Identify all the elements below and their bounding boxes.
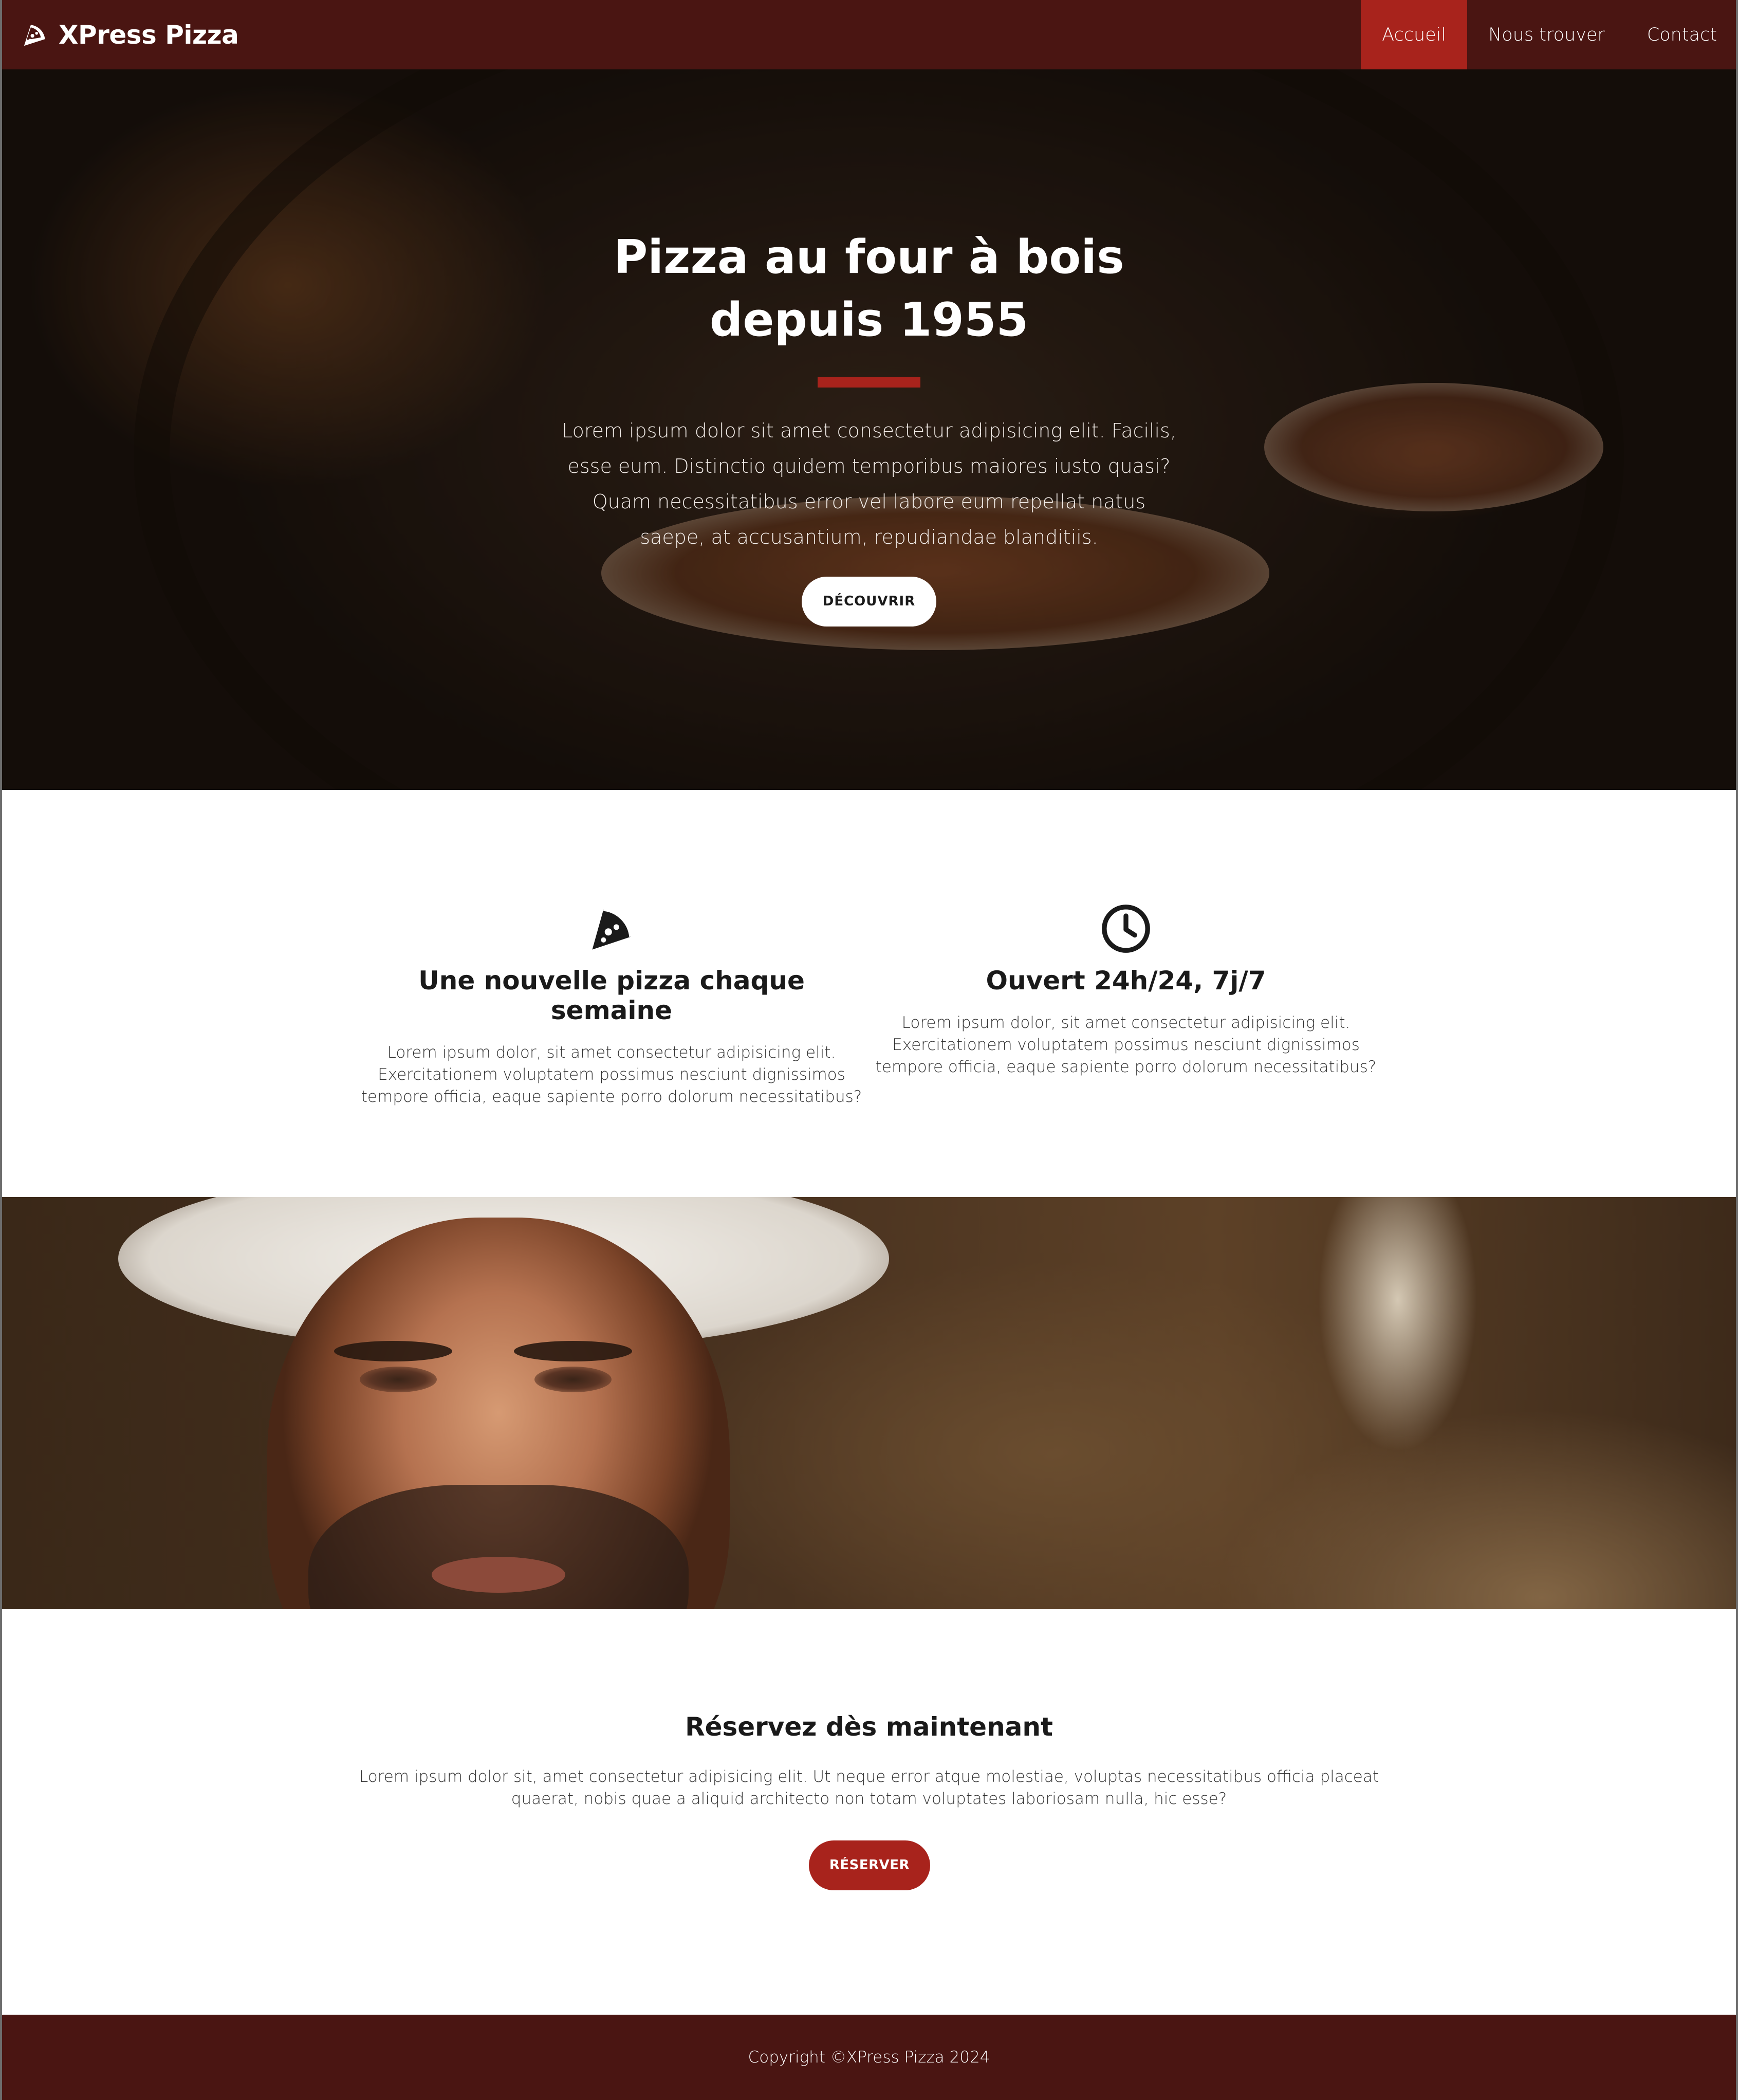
hero-section: Pizza au four à bois depuis 1955 Lorem i… [0, 69, 1738, 790]
discover-button[interactable]: DÉCOUVRIR [802, 577, 936, 627]
reserve-title: Réservez dès maintenant [685, 1712, 1053, 1742]
footer: Copyright ©XPress Pizza 2024 [0, 2015, 1738, 2100]
reserve-button[interactable]: RÉSERVER [809, 1840, 930, 1890]
reserve-section: Réservez dès maintenant Lorem ipsum dolo… [0, 1609, 1738, 2015]
hero-title: Pizza au four à bois depuis 1955 [614, 230, 1124, 347]
clock-icon [1100, 903, 1152, 954]
chef-mouth [432, 1557, 565, 1593]
nav-item-contact[interactable]: Contact [1626, 0, 1738, 69]
hero-content: Pizza au four à bois depuis 1955 Lorem i… [561, 226, 1177, 627]
nav-links: Accueil Nous trouver Contact [1361, 0, 1738, 69]
features-section: Une nouvelle pizza chaque semaine Lorem … [0, 790, 1738, 1197]
copyright-text: Copyright ©XPress Pizza 2024 [748, 2048, 990, 2067]
page-edge-left [0, 0, 2, 2100]
pizza-slice-icon [586, 903, 637, 954]
chef-brow [514, 1341, 632, 1361]
brand-link[interactable]: XPress Pizza [22, 20, 239, 50]
chef-brow [334, 1341, 452, 1361]
chef-banner-image [0, 1197, 1738, 1609]
chef-eye [534, 1367, 612, 1392]
feature-title: Une nouvelle pizza chaque semaine [418, 966, 805, 1025]
reserve-description: Lorem ipsum dolor sit, amet consectetur … [359, 1767, 1379, 1808]
hero-description: Lorem ipsum dolor sit amet consectetur a… [562, 419, 1176, 548]
nav-item-nous-trouver[interactable]: Nous trouver [1467, 0, 1626, 69]
feature-description: Lorem ipsum dolor, sit amet consectetur … [875, 1014, 1377, 1076]
hero-divider [818, 377, 920, 388]
feature-new-pizza: Une nouvelle pizza chaque semaine Lorem … [355, 903, 868, 1108]
navbar: XPress Pizza Accueil Nous trouver Contac… [0, 0, 1738, 69]
brand-name: XPress Pizza [59, 20, 239, 50]
chef-eye [360, 1367, 437, 1392]
feature-description: Lorem ipsum dolor, sit amet consectetur … [361, 1043, 862, 1106]
feature-title: Ouvert 24h/24, 7j/7 [986, 966, 1266, 996]
pizza-slice-icon [22, 22, 48, 48]
feature-open-hours: Ouvert 24h/24, 7j/7 Lorem ipsum dolor, s… [869, 903, 1383, 1078]
nav-item-accueil[interactable]: Accueil [1361, 0, 1468, 69]
page-edge-right [1736, 0, 1738, 2100]
